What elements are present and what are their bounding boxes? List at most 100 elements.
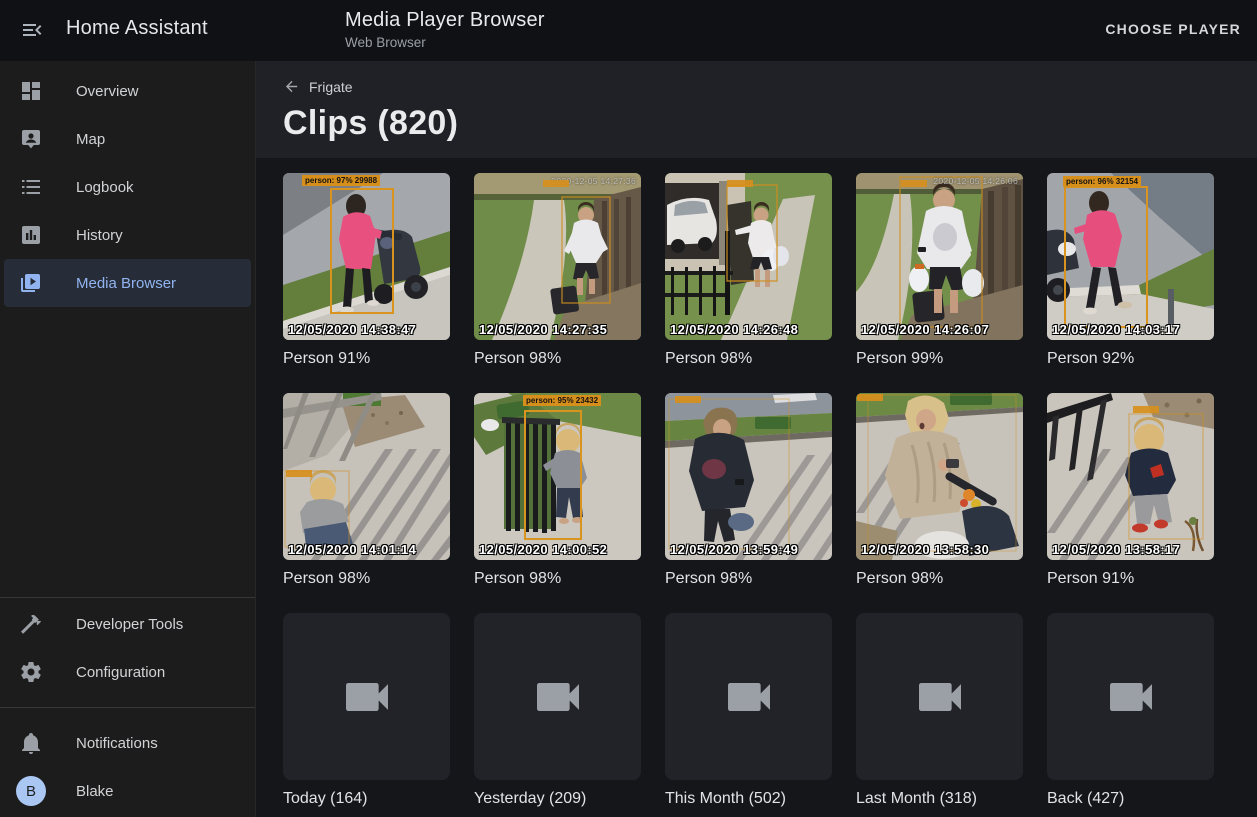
clip-scene-image	[1047, 393, 1214, 560]
sidebar-item-configuration[interactable]: Configuration	[4, 648, 251, 696]
sidebar-toggle-button[interactable]	[20, 18, 44, 42]
folder-card-last-month[interactable]: Last Month (318)	[856, 613, 1023, 808]
sidebar-tools-group: Developer Tools Configuration	[0, 597, 255, 696]
menu-open-icon	[20, 30, 44, 45]
clip-label: Person 91%	[1047, 570, 1214, 588]
clip-card[interactable]: 12/05/2020 13:58:17 Person 91%	[1047, 393, 1214, 588]
folder-card-today[interactable]: Today (164)	[283, 613, 450, 808]
clip-thumbnail[interactable]: person: 95% 23432 12/05/2020 14:00:52	[474, 393, 641, 560]
clip-timestamp-overlay: 12/05/2020 14:26:48	[670, 322, 798, 337]
clip-card[interactable]: 2020-12-05 14:27:36 12/05/2020 14:27:35 …	[474, 173, 641, 368]
clip-thumbnail[interactable]: 12/05/2020 14:01:14	[283, 393, 450, 560]
panel-title: Media Player Browser	[345, 9, 545, 32]
camera-osd-timestamp: 2020-12-05 14:26:06	[933, 176, 1018, 186]
folder-tile[interactable]	[1047, 613, 1214, 780]
folder-tile[interactable]	[283, 613, 450, 780]
folder-label: Today (164)	[283, 790, 450, 808]
detection-label	[675, 396, 701, 403]
clip-timestamp-overlay: 12/05/2020 13:58:30	[861, 542, 989, 557]
clip-timestamp-overlay: 12/05/2020 13:58:17	[1052, 542, 1180, 557]
sidebar-item-history[interactable]: History	[4, 211, 251, 259]
media-play-box-icon	[19, 271, 43, 295]
folder-card-this-month[interactable]: This Month (502)	[665, 613, 832, 808]
folder-label: Back (427)	[1047, 790, 1214, 808]
clip-label: Person 98%	[283, 570, 450, 588]
clip-label: Person 98%	[665, 350, 832, 368]
clip-card[interactable]: person: 95% 23432 12/05/2020 14:00:52 Pe…	[474, 393, 641, 588]
video-camera-icon	[339, 669, 395, 725]
video-camera-icon	[1103, 669, 1159, 725]
clip-label: Person 92%	[1047, 350, 1214, 368]
detection-label	[857, 394, 883, 401]
clip-scene-image	[856, 393, 1023, 560]
folder-tile[interactable]	[474, 613, 641, 780]
clip-thumbnail[interactable]: person: 96% 32154 12/05/2020 14:03:17	[1047, 173, 1214, 340]
sidebar-item-logbook[interactable]: Logbook	[4, 163, 251, 211]
clip-scene-image	[665, 173, 832, 340]
clip-scene-image	[283, 173, 450, 340]
clip-thumbnail[interactable]: 12/05/2020 13:58:30	[856, 393, 1023, 560]
clip-thumbnail[interactable]: 12/05/2020 13:58:17	[1047, 393, 1214, 560]
user-name: Blake	[76, 783, 114, 800]
clip-scene-image	[665, 393, 832, 560]
sidebar-item-label: Media Browser	[76, 275, 176, 292]
clip-thumbnail[interactable]: 2020-12-05 14:27:36 12/05/2020 14:27:35	[474, 173, 641, 340]
video-camera-icon	[721, 669, 777, 725]
media-grid: person: 97% 29988 12/05/2020 14:38:47 Pe…	[256, 158, 1257, 808]
clip-card[interactable]: person: 96% 32154 12/05/2020 14:03:17 Pe…	[1047, 173, 1214, 368]
gear-icon	[19, 660, 43, 684]
clip-timestamp-overlay: 12/05/2020 14:03:17	[1052, 322, 1180, 337]
clip-timestamp-overlay: 12/05/2020 14:26:07	[861, 322, 989, 337]
top-bar: Home Assistant Media Player Browser Web …	[0, 0, 1257, 61]
folder-tile[interactable]	[665, 613, 832, 780]
clip-label: Person 98%	[474, 570, 641, 588]
clip-scene-image	[1047, 173, 1214, 340]
video-camera-icon	[912, 669, 968, 725]
panel-subtitle: Web Browser	[345, 35, 545, 50]
breadcrumb-back-button[interactable]: Frigate	[283, 78, 353, 95]
detection-label: person: 95% 23432	[523, 395, 601, 406]
clip-card[interactable]: 2020-12-05 14:26:06 12/05/2020 14:26:07 …	[856, 173, 1023, 368]
clip-card[interactable]: 12/05/2020 13:59:49 Person 98%	[665, 393, 832, 588]
bell-icon	[19, 731, 43, 755]
sidebar-item-label: Developer Tools	[76, 616, 183, 633]
clip-thumbnail[interactable]: 12/05/2020 14:26:48	[665, 173, 832, 340]
clip-timestamp-overlay: 12/05/2020 14:38:47	[288, 322, 416, 337]
sidebar-item-overview[interactable]: Overview	[4, 67, 251, 115]
detection-label	[901, 180, 927, 187]
content-header: Frigate Clips (820)	[256, 61, 1257, 158]
sidebar-item-media-browser[interactable]: Media Browser	[4, 259, 251, 307]
folder-card-back[interactable]: Back (427)	[1047, 613, 1214, 808]
clip-card[interactable]: 12/05/2020 14:26:48 Person 98%	[665, 173, 832, 368]
sidebar-item-label: Map	[76, 131, 105, 148]
arrow-left-icon	[283, 78, 300, 95]
clip-scene-image	[856, 173, 1023, 340]
panel-title-block: Media Player Browser Web Browser	[345, 9, 545, 50]
video-camera-icon	[530, 669, 586, 725]
sidebar-item-label: Overview	[76, 83, 139, 100]
sidebar-item-notifications[interactable]: Notifications	[4, 719, 251, 767]
clip-timestamp-overlay: 12/05/2020 14:00:52	[479, 542, 607, 557]
detection-label	[286, 470, 312, 477]
clip-thumbnail[interactable]: 2020-12-05 14:26:06 12/05/2020 14:26:07	[856, 173, 1023, 340]
dashboard-icon	[19, 79, 43, 103]
choose-player-button[interactable]: CHOOSE PLAYER	[1105, 21, 1241, 37]
folder-tile[interactable]	[856, 613, 1023, 780]
clip-card[interactable]: person: 97% 29988 12/05/2020 14:38:47 Pe…	[283, 173, 450, 368]
clip-thumbnail[interactable]: person: 97% 29988 12/05/2020 14:38:47	[283, 173, 450, 340]
clip-timestamp-overlay: 12/05/2020 14:01:14	[288, 542, 416, 557]
clip-thumbnail[interactable]: 12/05/2020 13:59:49	[665, 393, 832, 560]
page-title: Clips (820)	[283, 104, 1257, 143]
breadcrumb-label: Frigate	[309, 79, 353, 95]
folder-card-yesterday[interactable]: Yesterday (209)	[474, 613, 641, 808]
sidebar-item-user[interactable]: B Blake	[4, 767, 251, 815]
list-icon	[19, 175, 43, 199]
sidebar-item-map[interactable]: Map	[4, 115, 251, 163]
detection-label	[1133, 406, 1159, 413]
sidebar-item-developer-tools[interactable]: Developer Tools	[4, 600, 251, 648]
clip-timestamp-overlay: 12/05/2020 13:59:49	[670, 542, 798, 557]
sidebar: Overview Map Logbook History	[0, 61, 256, 817]
sidebar-spacer	[0, 307, 255, 597]
clip-card[interactable]: 12/05/2020 14:01:14 Person 98%	[283, 393, 450, 588]
clip-card[interactable]: 12/05/2020 13:58:30 Person 98%	[856, 393, 1023, 588]
